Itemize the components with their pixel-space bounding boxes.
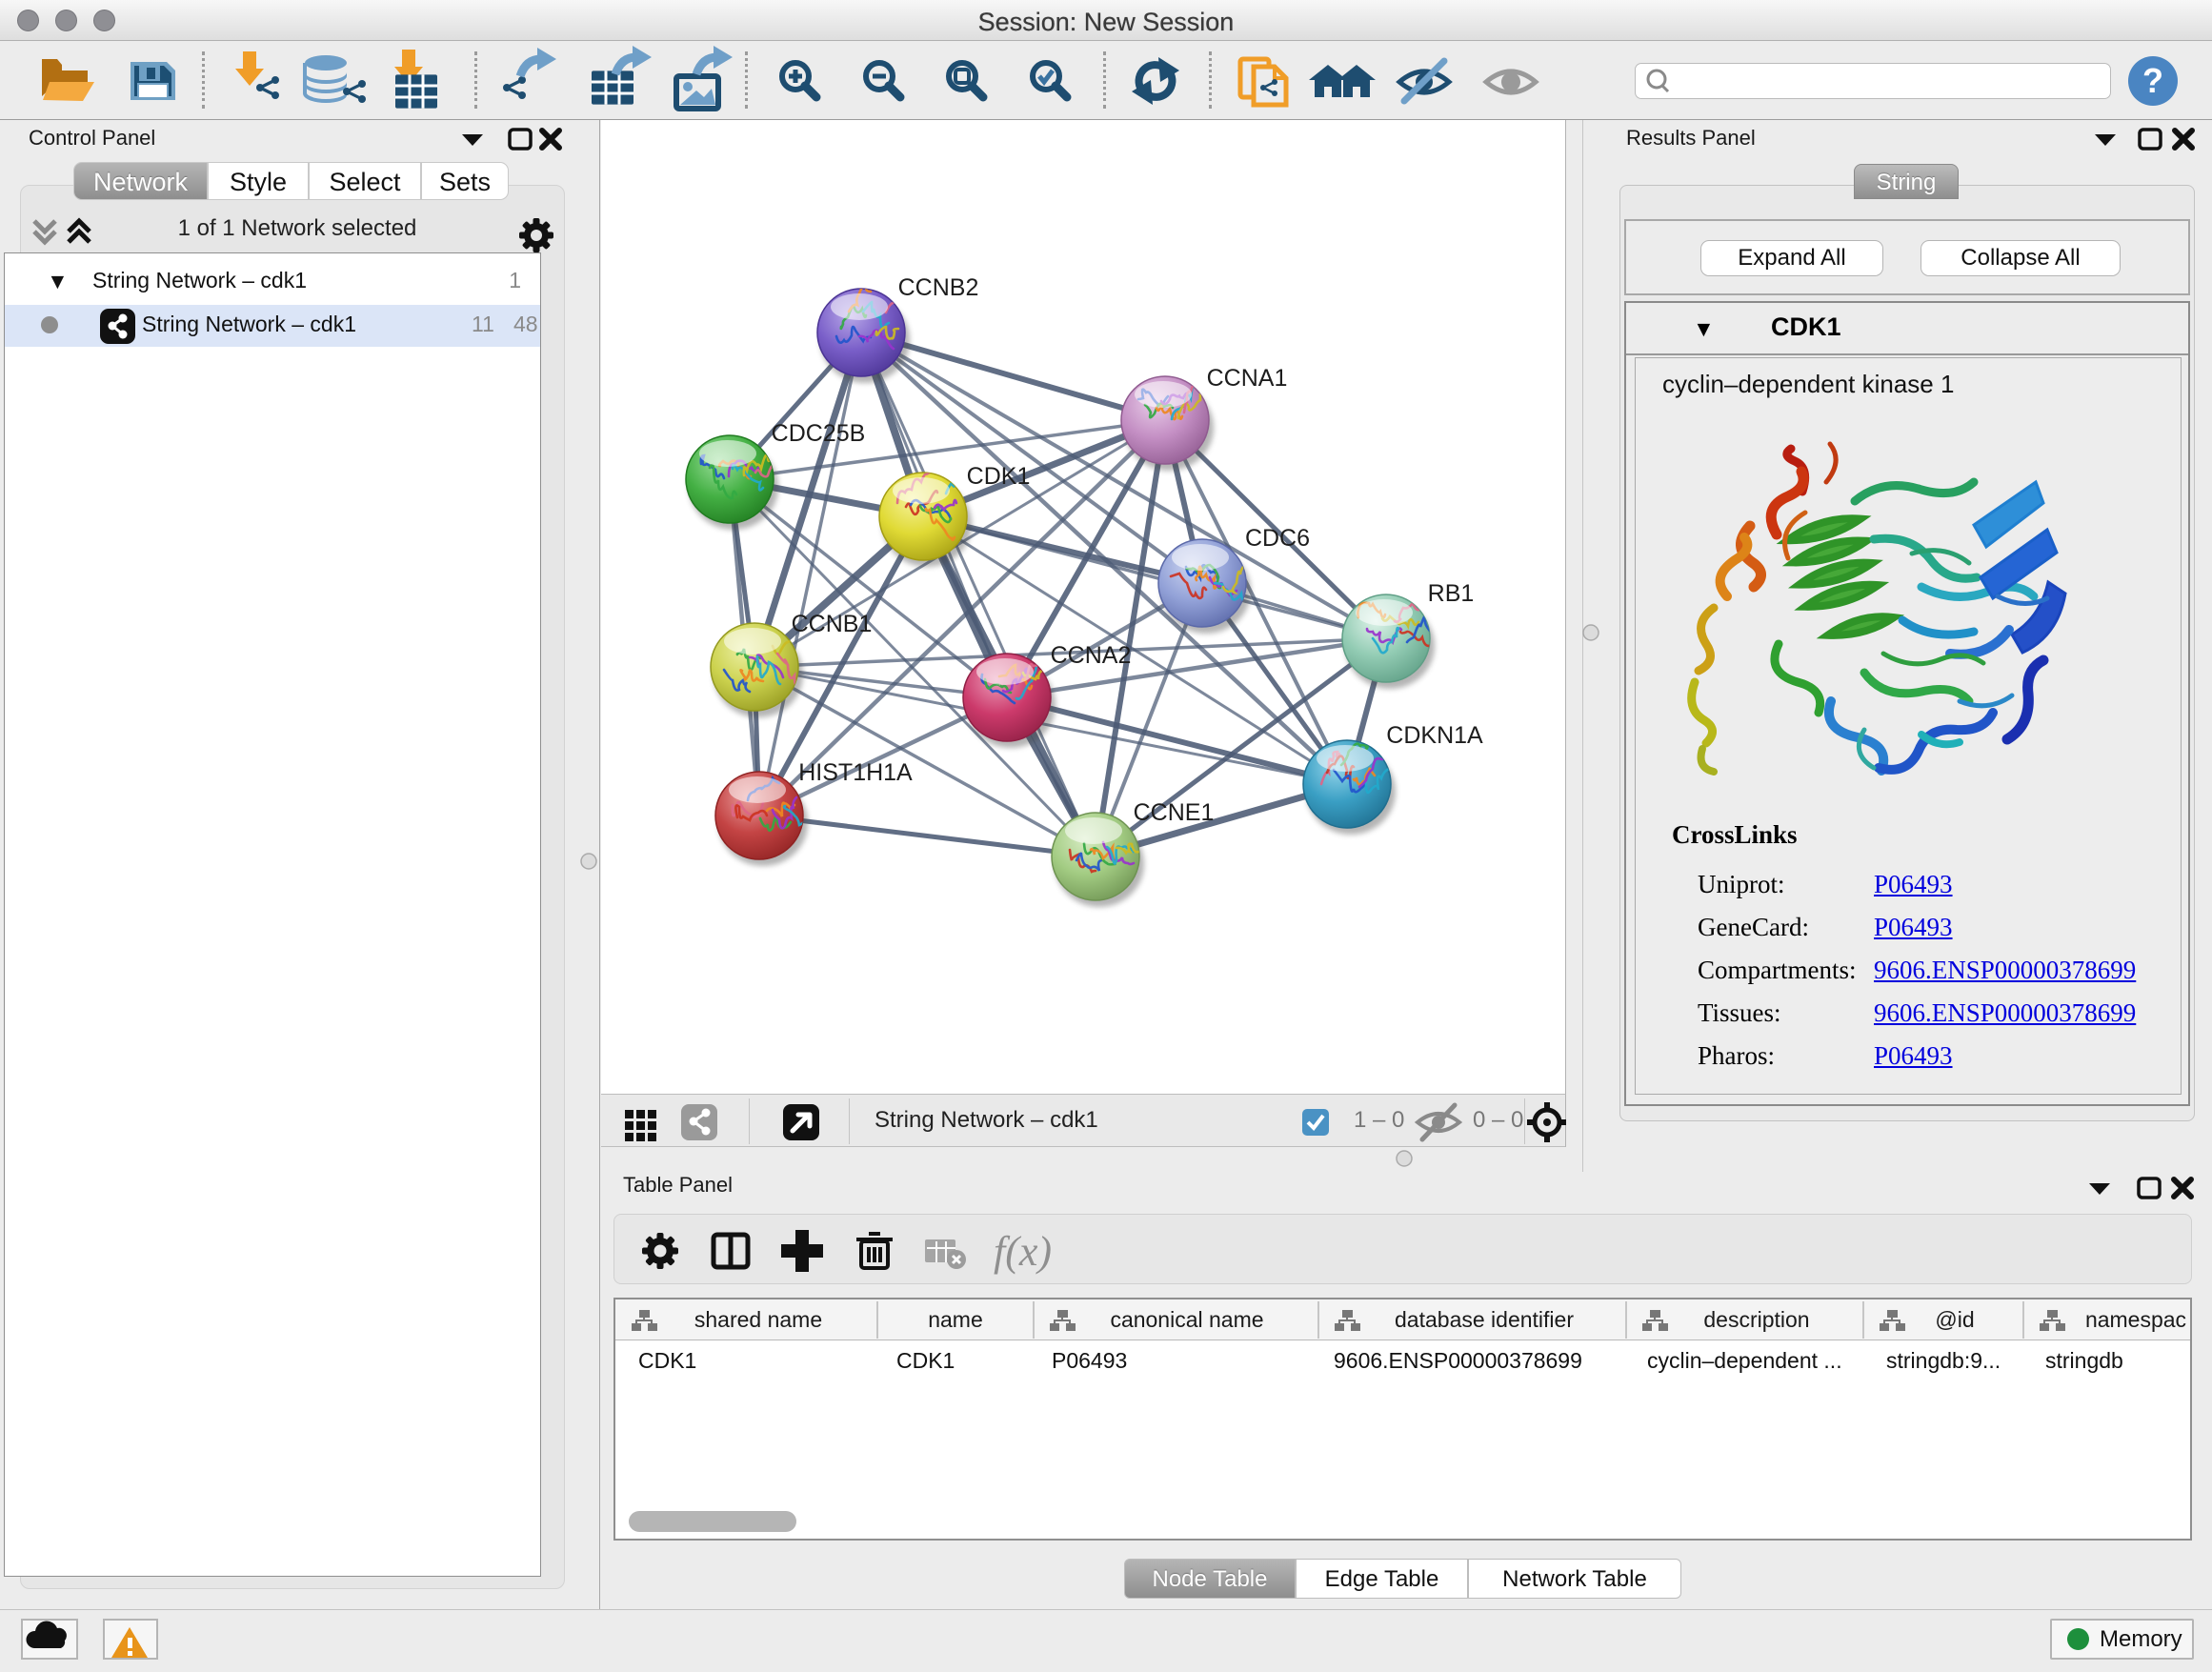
svg-text:canonical name: canonical name: [1110, 1307, 1263, 1332]
svg-text:CDKN1A: CDKN1A: [1386, 722, 1483, 749]
svg-text:CCNE1: CCNE1: [1134, 799, 1215, 826]
svg-text:CDK1: CDK1: [967, 463, 1031, 490]
svg-text:CCNA2: CCNA2: [1051, 642, 1132, 669]
svg-text:CCNB1: CCNB1: [792, 611, 873, 637]
svg-text:database identifier: database identifier: [1395, 1307, 1574, 1332]
svg-text:?: ?: [2142, 61, 2163, 100]
svg-text:name: name: [928, 1307, 983, 1332]
svg-text:RB1: RB1: [1428, 580, 1475, 607]
svg-text:namespac: namespac: [2085, 1307, 2186, 1332]
svg-text:@id: @id: [1935, 1307, 1974, 1332]
svg-text:CCNB2: CCNB2: [898, 274, 979, 301]
svg-text:f(x): f(x): [994, 1228, 1052, 1275]
svg-text:CCNA1: CCNA1: [1207, 365, 1288, 392]
svg-text:shared name: shared name: [694, 1307, 822, 1332]
svg-text:HIST1H1A: HIST1H1A: [798, 759, 913, 786]
svg-text:description: description: [1703, 1307, 1809, 1332]
svg-text:CDC25B: CDC25B: [772, 420, 866, 447]
svg-text:CDC6: CDC6: [1245, 525, 1310, 552]
